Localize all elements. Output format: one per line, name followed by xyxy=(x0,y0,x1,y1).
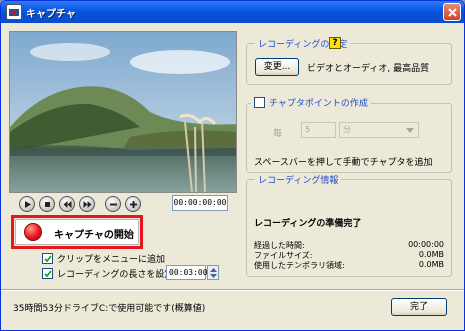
timecode-display: 00:00:00:00 xyxy=(172,195,228,211)
chapter-points-legend: チャプタポイントの作成 xyxy=(269,99,368,109)
add-to-menu-label: クリップをメニューに追加 xyxy=(57,255,166,265)
spin-down-icon xyxy=(210,274,217,278)
video-preview xyxy=(9,31,237,193)
zoom-out-button[interactable] xyxy=(105,196,121,212)
set-length-option[interactable]: レコーディングの長さを設定 xyxy=(42,267,173,280)
info-value: 0.0MB xyxy=(418,250,444,259)
checkmark-icon xyxy=(44,270,52,278)
fast-forward-button[interactable] xyxy=(79,196,95,212)
rewind-button[interactable] xyxy=(59,196,75,212)
info-value: 00:00:00 xyxy=(408,240,444,249)
checkmark-icon xyxy=(44,255,52,263)
chapter-interval-input[interactable]: 5 xyxy=(301,122,336,138)
record-icon xyxy=(24,223,42,241)
done-button[interactable]: 完了 xyxy=(391,298,447,316)
info-label: 使用したテンポラリ領域: xyxy=(254,261,345,270)
help-icon[interactable]: ? xyxy=(329,37,341,49)
chevron-down-icon xyxy=(406,128,414,133)
chapter-points-checkbox[interactable] xyxy=(254,97,265,108)
add-to-menu-checkbox[interactable] xyxy=(42,253,53,264)
chapter-points-header[interactable]: チャプタポイントの作成 xyxy=(251,96,371,109)
preview-image xyxy=(10,32,236,192)
set-length-checkbox[interactable] xyxy=(42,268,53,279)
footer-divider xyxy=(1,289,464,291)
chapter-unit-value: 分 xyxy=(343,125,351,134)
recording-status: レコーディングの準備完了 xyxy=(254,219,362,229)
stop-icon xyxy=(45,202,50,207)
chapter-every-label: 毎 xyxy=(273,129,283,139)
recording-settings-summary: ビデオとオーディオ, 最高品質 xyxy=(307,64,430,74)
fast-forward-icon xyxy=(83,201,92,208)
disk-space-status: 35時間53分ドライブC:で使用可能です(概算値) xyxy=(13,304,206,314)
close-button[interactable] xyxy=(443,3,461,21)
start-capture-button[interactable]: キャプチャの開始 xyxy=(15,219,139,245)
chapter-hint: スペースバーを押して手動でチャプタを追加 xyxy=(254,158,433,168)
duration-input[interactable]: 00:03:00 xyxy=(166,265,208,280)
rewind-icon xyxy=(63,201,72,208)
set-length-label: レコーディングの長さを設定 xyxy=(57,270,174,280)
change-settings-button[interactable]: 変更... xyxy=(255,58,299,76)
play-button[interactable] xyxy=(19,196,35,212)
recording-info-legend: レコーディング情報 xyxy=(255,173,342,186)
start-capture-label: キャプチャの開始 xyxy=(54,230,134,241)
stop-button[interactable] xyxy=(39,196,55,212)
capture-window: キャプチャ 00:00:00:00 キャプチャの開始 クリップをメニューに追加 … xyxy=(0,0,465,331)
close-icon xyxy=(448,8,457,17)
duration-spinner[interactable] xyxy=(207,265,219,280)
capture-app-icon xyxy=(6,4,22,20)
play-icon xyxy=(25,201,31,208)
window-title: キャプチャ xyxy=(26,9,76,20)
info-value: 0.0MB xyxy=(418,260,444,269)
add-to-menu-option[interactable]: クリップをメニューに追加 xyxy=(42,252,165,265)
spin-up-icon xyxy=(210,268,217,272)
zoom-in-button[interactable] xyxy=(125,196,141,212)
title-bar[interactable]: キャプチャ xyxy=(1,1,464,23)
plus-icon xyxy=(130,201,137,208)
minus-icon xyxy=(110,203,117,206)
chapter-unit-select[interactable]: 分 xyxy=(339,122,419,138)
